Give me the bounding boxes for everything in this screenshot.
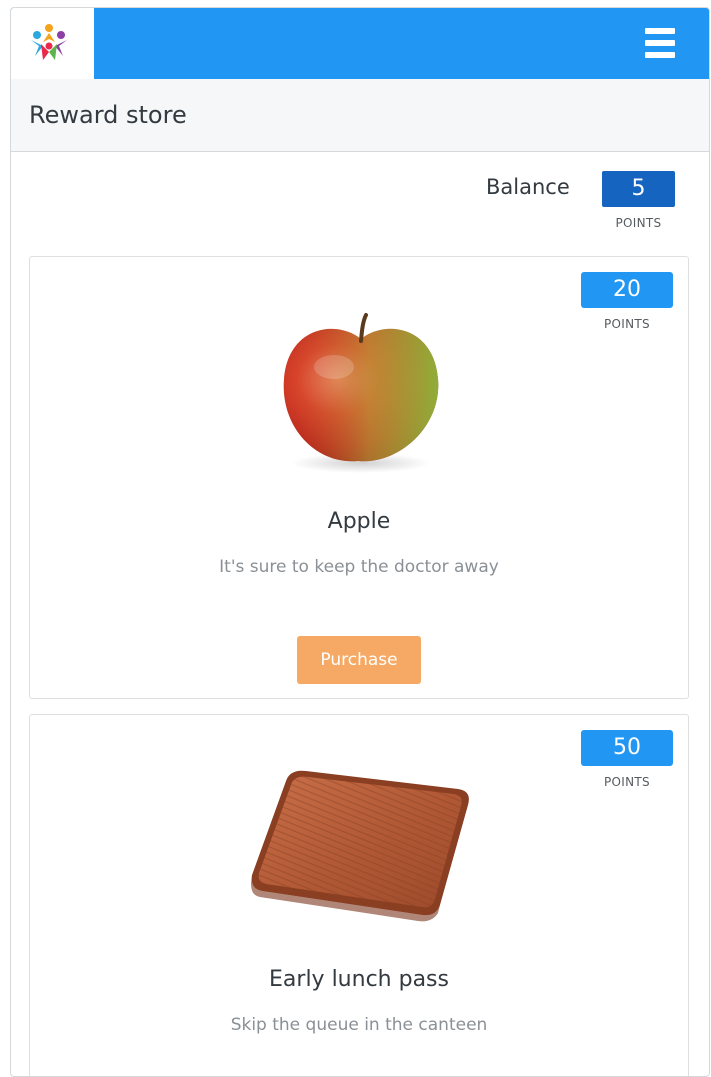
reward-price-unit: POINTS bbox=[604, 775, 650, 789]
hamburger-menu-icon[interactable] bbox=[645, 28, 675, 59]
menu-bar bbox=[645, 52, 675, 58]
reward-card-early-lunch-pass: 50 POINTS Early lunch pass Skip the queu… bbox=[29, 714, 689, 1076]
purchase-button[interactable]: Purchase bbox=[297, 636, 421, 684]
reward-price-unit: POINTS bbox=[604, 317, 650, 331]
apple-image bbox=[283, 313, 439, 473]
app-frame: Reward store Balance 5 POINTS 20 POINTS bbox=[10, 7, 710, 1077]
reward-description: Skip the queue in the canteen bbox=[230, 1015, 488, 1035]
menu-bar bbox=[645, 40, 675, 46]
reward-price: 20 bbox=[581, 272, 673, 308]
reward-title: Apple bbox=[327, 509, 391, 534]
reward-title: Early lunch pass bbox=[269, 967, 449, 992]
balance-label: Balance bbox=[486, 175, 570, 199]
balance-value: 5 bbox=[602, 171, 675, 207]
page-title: Reward store bbox=[29, 101, 187, 129]
top-navbar bbox=[11, 8, 709, 79]
menu-bar bbox=[645, 28, 675, 34]
balance-unit: POINTS bbox=[615, 216, 662, 230]
page-header: Reward store bbox=[11, 79, 709, 152]
reward-card-apple: 20 POINTS Apple It's sure to keep the do… bbox=[29, 256, 689, 699]
logo[interactable] bbox=[11, 8, 94, 79]
lunch-tray-image bbox=[251, 770, 469, 922]
reward-price: 50 bbox=[581, 730, 673, 766]
reward-description: It's sure to keep the doctor away bbox=[219, 557, 499, 577]
people-logo-icon bbox=[31, 24, 67, 60]
